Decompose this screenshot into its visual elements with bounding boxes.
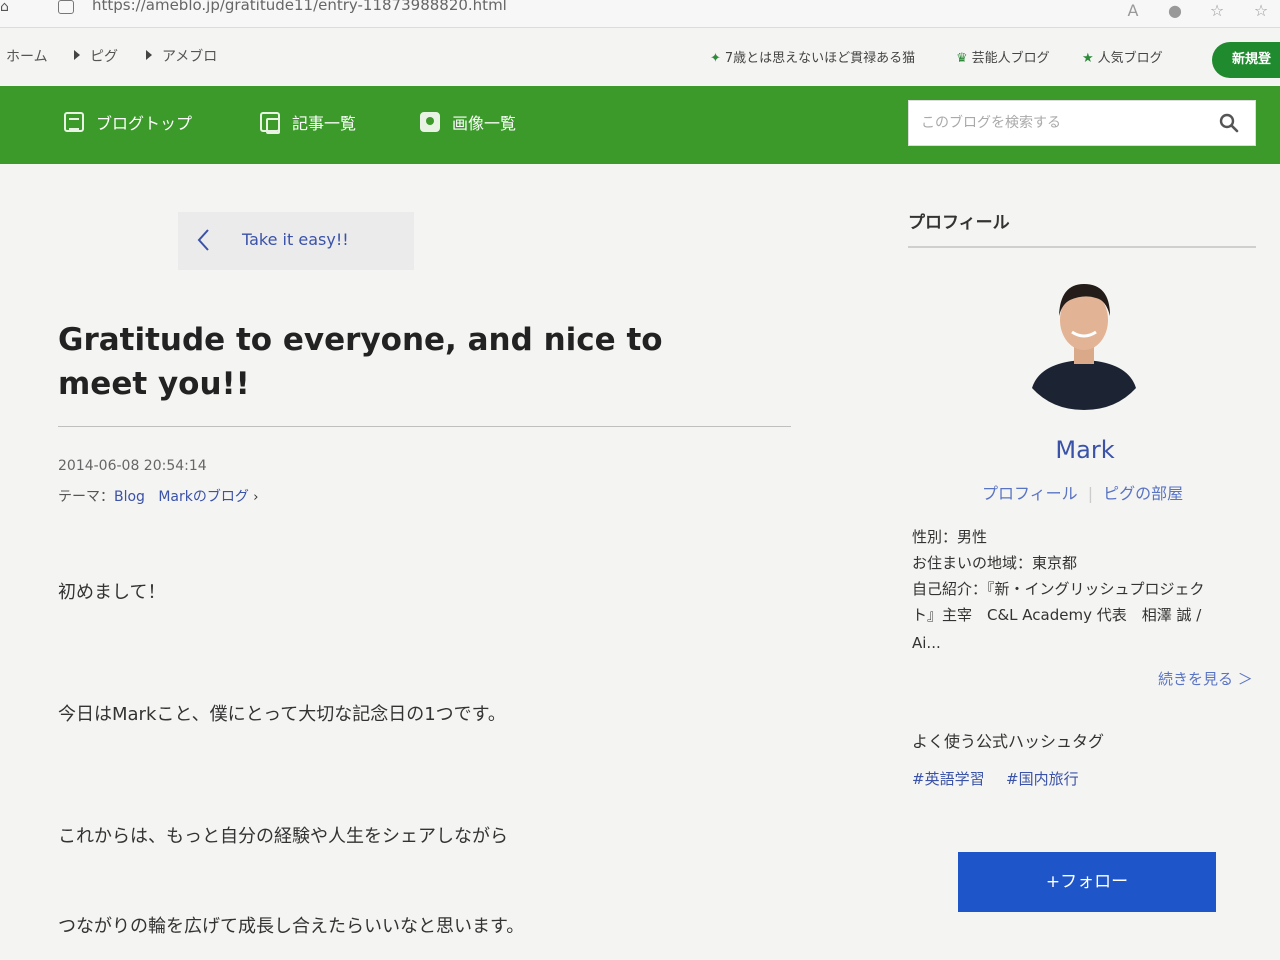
profile-region: お住まいの地域：東京都 — [912, 554, 1078, 572]
nav-image-list-label: 画像一覧 — [452, 114, 517, 133]
article-paragraph: つながりの輪を広げて成長し合えたらいいなと思います。 — [58, 916, 525, 937]
profile-heading: プロフィール — [908, 213, 1010, 233]
previous-article-link[interactable]: Take it easy!! — [178, 212, 414, 270]
browser-address-bar: ⌂ https://ameblo.jp/gratitude11/entry-11… — [0, 0, 1280, 28]
nav-article-list-label: 記事一覧 — [292, 114, 357, 133]
article-paragraph: 初めまして！ — [58, 582, 166, 603]
hashtag-link[interactable]: #英語学習 — [912, 768, 985, 789]
favorites-add-icon[interactable]: ☆ — [1206, 0, 1228, 22]
popular-blog-label: 人気ブログ — [1097, 51, 1163, 66]
favorites-icon[interactable]: ☆ — [1250, 0, 1272, 22]
profile-gender: 性別：男性 — [912, 528, 988, 546]
crown-icon: ♛ — [956, 51, 968, 66]
star-icon: ★ — [1082, 51, 1094, 66]
profile-links: プロフィール | ピグの部屋 — [982, 480, 1183, 504]
breadcrumb-ameblo[interactable]: アメブロ — [162, 46, 217, 66]
read-more-link[interactable]: 続きを見る ＞ — [1158, 668, 1253, 689]
link-separator: | — [1087, 484, 1094, 503]
profile-intro-line: 自己紹介：『新・イングリッシュプロジェク — [912, 580, 1205, 598]
celebrity-blog-link[interactable]: ♛ 芸能人ブログ — [956, 47, 1050, 66]
hashtag-link[interactable]: #国内旅行 — [1006, 768, 1079, 789]
search-input[interactable] — [909, 101, 1209, 145]
home-icon[interactable]: ⌂ — [0, 0, 14, 14]
hashtag-heading: よく使う公式ハッシュタグ — [912, 732, 1105, 751]
article-date: 2014-06-08 20:54:14 — [58, 458, 207, 474]
document-icon — [64, 112, 84, 132]
profile-link[interactable]: プロフィール — [982, 484, 1078, 503]
theme-label: テーマ： — [58, 489, 114, 505]
profile-divider — [908, 246, 1256, 248]
breadcrumb-arrow-icon — [146, 50, 152, 60]
search-icon[interactable] — [1219, 113, 1239, 133]
copy-icon — [260, 112, 280, 134]
breadcrumb-arrow-icon — [74, 50, 80, 60]
article-theme: テーマ：Blog Markのブログ › — [58, 486, 259, 506]
breadcrumb-pigg[interactable]: ピグ — [90, 46, 118, 66]
breadcrumb-home[interactable]: ホーム — [6, 46, 48, 66]
sparkle-icon: ✦ — [710, 51, 721, 66]
blog-header: ブログトップ 記事一覧 画像一覧 — [0, 86, 1280, 164]
nav-blog-top[interactable]: ブログトップ — [64, 110, 192, 134]
profile-intro-line: ト』主宰 C&L Academy 代表 相澤 誠 / — [912, 606, 1202, 624]
url-text[interactable]: https://ameblo.jp/gratitude11/entry-1187… — [92, 0, 507, 14]
previous-article-title: Take it easy!! — [242, 230, 349, 249]
camera-icon — [420, 112, 440, 132]
new-signup-button[interactable]: 新規登 — [1212, 42, 1280, 78]
theme-link-blog[interactable]: Blog — [114, 489, 145, 505]
extension-icon[interactable]: ● — [1164, 0, 1186, 22]
profile-intro-line: Ai... — [912, 634, 941, 652]
nav-article-list[interactable]: 記事一覧 — [260, 110, 356, 134]
nav-image-list[interactable]: 画像一覧 — [420, 110, 516, 134]
site-info-icon[interactable] — [58, 0, 74, 14]
article-title: Gratitude to everyone, and nice to meet … — [58, 322, 663, 402]
profile-name[interactable]: Mark — [1030, 436, 1140, 464]
chevron-left-icon — [197, 229, 209, 251]
chevron-right-icon: › — [253, 490, 259, 505]
blog-search — [908, 100, 1256, 146]
avatar[interactable] — [1026, 276, 1142, 412]
follow-button[interactable]: +フォロー — [958, 852, 1216, 912]
featured-link[interactable]: ✦ 7歳とは思えないほど貫禄ある猫 — [710, 47, 915, 66]
article-paragraph: これからは、もっと自分の経験や人生をシェアしながら — [58, 826, 508, 847]
theme-link-mark-blog[interactable]: Markのブログ — [158, 489, 249, 505]
featured-link-label: 7歳とは思えないほど貫禄ある猫 — [724, 51, 916, 66]
read-aloud-icon[interactable]: A — [1122, 0, 1144, 22]
pigg-room-link[interactable]: ピグの部屋 — [1103, 484, 1183, 503]
top-navigation: ホーム ピグ アメブロ ✦ 7歳とは思えないほど貫禄ある猫 ♛ 芸能人ブログ ★ 人気… — [0, 30, 1280, 86]
nav-blog-top-label: ブログトップ — [96, 114, 193, 133]
article-paragraph: 今日はMarkこと、僕にとって大切な記念日の1つです。 — [58, 704, 506, 725]
title-divider — [58, 426, 791, 427]
popular-blog-link[interactable]: ★ 人気ブログ — [1082, 47, 1163, 66]
celebrity-blog-label: 芸能人ブログ — [971, 51, 1050, 66]
